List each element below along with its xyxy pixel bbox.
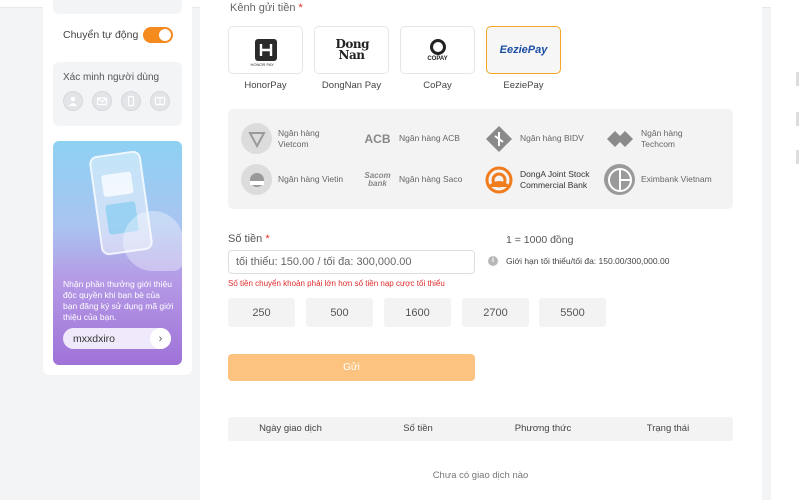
channel-copay[interactable]: COPAY CoPay bbox=[400, 26, 475, 91]
bank-label: Ngân hàng ACB bbox=[399, 133, 460, 143]
amount-label: Số tiền * bbox=[228, 233, 270, 245]
vietinbank-logo bbox=[241, 164, 272, 195]
bank-vietin[interactable]: Ngân hàng Vietin bbox=[241, 164, 361, 195]
promo-hand-illustration bbox=[123, 211, 182, 271]
acb-logo: ACB bbox=[364, 131, 391, 146]
amount-input[interactable] bbox=[228, 250, 475, 274]
required-mark: * bbox=[265, 233, 270, 245]
bank-label: Ngân hàng BIDV bbox=[520, 133, 584, 143]
column-date: Ngày giao dịch bbox=[259, 423, 322, 434]
bank-techcom[interactable]: Ngân hàng Techcom bbox=[604, 123, 724, 154]
channel-dongnan-pay[interactable]: Dong Nan DongNan Pay bbox=[314, 26, 389, 91]
eeziepay-logo: EeziePay bbox=[499, 44, 548, 56]
amount-label-text: Số tiền bbox=[228, 233, 263, 245]
channel-logo-box: EeziePay bbox=[486, 26, 561, 74]
auto-transfer-label: Chuyển tự động bbox=[63, 29, 139, 41]
copay-logo-ring bbox=[429, 38, 446, 55]
phone-icon[interactable] bbox=[121, 91, 141, 111]
bank-label: Ngân hàng Vietin bbox=[278, 174, 344, 184]
amount-error-message: Số tiền chuyển khoản phải lớn hơn số tiề… bbox=[228, 279, 445, 288]
quick-amount-button[interactable]: 1600 bbox=[384, 298, 451, 327]
transaction-table-header: Ngày giao dịch Số tiền Phương thức Trạng… bbox=[228, 417, 733, 441]
submit-button[interactable]: Gửi bbox=[228, 354, 475, 381]
bank-bidv[interactable]: Ngân hàng BIDV bbox=[483, 123, 603, 154]
limit-info: i Giới hạn tối thiểu/tối đa: 150.00/300,… bbox=[488, 256, 669, 266]
vietcombank-logo bbox=[241, 123, 272, 154]
sidebar-top-card bbox=[53, 0, 182, 14]
eximbank-logo bbox=[604, 164, 635, 195]
sidebar: Chuyển tự động Xác minh người dùng Nhận … bbox=[43, 0, 192, 375]
bank-saco[interactable]: Sacom bank Ngân hàng Saco bbox=[362, 164, 482, 195]
deposit-panel: Kênh gửi tiền * HonorPay Dong Nan DongNa… bbox=[200, 0, 762, 500]
bidv-logo bbox=[483, 123, 514, 154]
quick-amount-button[interactable]: 500 bbox=[306, 298, 373, 327]
required-mark: * bbox=[298, 2, 303, 14]
referral-code-field[interactable]: mxxdxiro › bbox=[63, 328, 171, 349]
card-icon[interactable] bbox=[150, 91, 170, 111]
honorpay-logo bbox=[251, 39, 277, 67]
bank-vietcom[interactable]: Ngân hàng Vietcom bbox=[241, 123, 361, 154]
bank-label: Ngân hàng Saco bbox=[399, 174, 463, 184]
bank-label: DongA Joint Stock Commercial Bank bbox=[520, 168, 590, 190]
empty-transactions-message: Chưa có giao dịch nào bbox=[432, 470, 529, 481]
chevron-right-icon[interactable]: › bbox=[150, 328, 171, 349]
channel-honorpay[interactable]: Honor Pay bbox=[228, 26, 303, 91]
column-method: Phương thức bbox=[514, 423, 572, 434]
bank-label: Eximbank Vietnam bbox=[641, 174, 712, 184]
user-verification-card: Xác minh người dùng bbox=[53, 62, 182, 126]
channel-label: EeziePay bbox=[503, 80, 544, 91]
dongnan-logo: Dong Nan bbox=[335, 37, 370, 62]
referral-code: mxxdxiro bbox=[73, 332, 116, 345]
copay-logo-text: COPAY bbox=[427, 55, 448, 62]
channel-label: HonorPay bbox=[244, 80, 287, 91]
referral-promo-card: Nhận phần thưởng giới thiệu độc quyền kh… bbox=[53, 141, 182, 365]
quick-amount-button[interactable]: 2700 bbox=[462, 298, 529, 327]
techcombank-logo bbox=[604, 123, 635, 154]
limit-text: Giới hạn tối thiểu/tối đa: 150.00/300,00… bbox=[506, 256, 670, 266]
channel-title: Kênh gửi tiền * bbox=[230, 2, 303, 14]
scroll-marker bbox=[796, 112, 799, 126]
info-icon: i bbox=[488, 256, 498, 266]
bank-label: Ngân hàng Techcom bbox=[641, 127, 683, 149]
quick-amount-button[interactable]: 250 bbox=[228, 298, 295, 327]
right-panel bbox=[771, 0, 800, 500]
channel-label: CoPay bbox=[423, 80, 452, 91]
quick-amount-button[interactable]: 5500 bbox=[539, 298, 606, 327]
verification-title: Xác minh người dùng bbox=[63, 72, 160, 83]
exchange-rate: 1 = 1000 đồng bbox=[506, 234, 574, 246]
channel-label: DongNan Pay bbox=[321, 80, 382, 91]
auto-transfer-toggle[interactable] bbox=[143, 27, 173, 43]
sacombank-logo: Sacom bank bbox=[364, 170, 391, 188]
mail-icon[interactable] bbox=[92, 91, 112, 111]
channel-logo-box bbox=[228, 26, 303, 74]
user-icon[interactable] bbox=[63, 91, 83, 111]
column-amount: Số tiền bbox=[403, 423, 433, 434]
auto-transfer-row: Chuyển tự động bbox=[63, 26, 173, 44]
bank-eximbank[interactable]: Eximbank Vietnam bbox=[604, 164, 734, 195]
bank-label: Ngân hàng Vietcom bbox=[278, 127, 320, 149]
bank-donga[interactable]: DongA Joint Stock Commercial Bank bbox=[483, 164, 613, 195]
scroll-marker bbox=[796, 72, 799, 86]
copay-logo: COPAY bbox=[427, 38, 448, 62]
channel-logo-box: Dong Nan bbox=[314, 26, 389, 74]
channel-eeziepay[interactable]: EeziePay EeziePay bbox=[486, 26, 561, 91]
promo-text: Nhận phần thưởng giới thiệu độc quyền kh… bbox=[63, 279, 174, 322]
scroll-marker bbox=[796, 150, 799, 164]
column-status: Trạng thái bbox=[646, 423, 690, 434]
channel-title-text: Kênh gửi tiền bbox=[230, 2, 296, 14]
donga-logo bbox=[483, 164, 514, 195]
bank-list: Ngân hàng Vietcom ACB Ngân hàng ACB Ngân… bbox=[228, 109, 733, 209]
bank-acb[interactable]: ACB Ngân hàng ACB bbox=[362, 123, 482, 154]
verification-icons bbox=[63, 91, 170, 111]
channel-logo-box: COPAY bbox=[400, 26, 475, 74]
